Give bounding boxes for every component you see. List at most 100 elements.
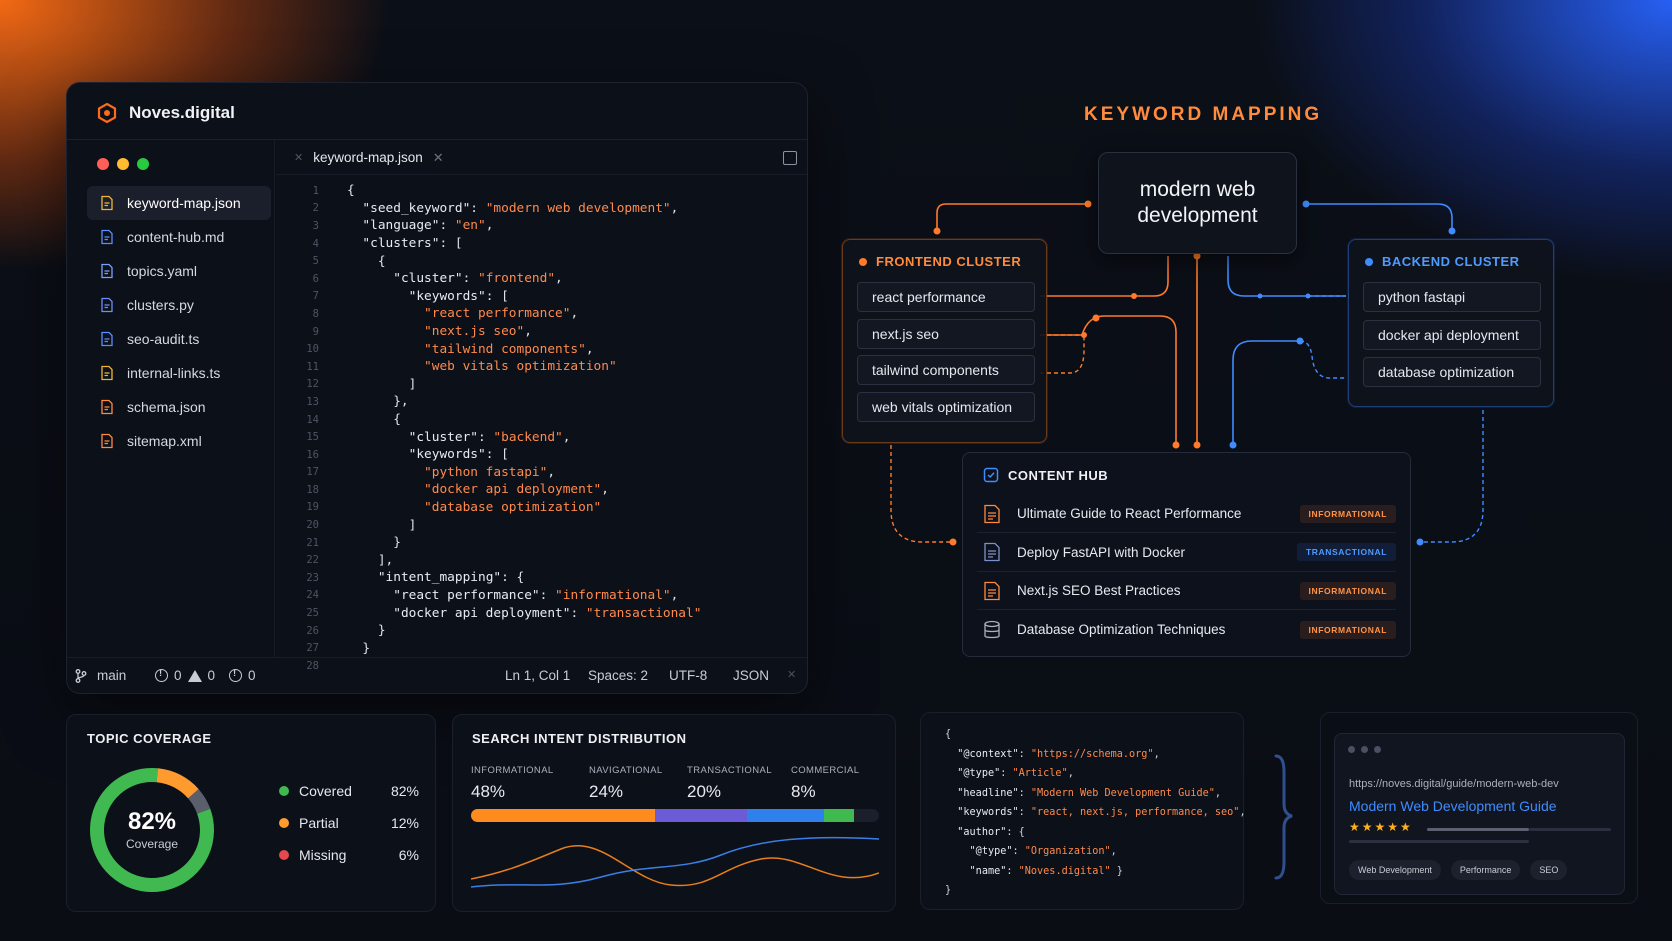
intent-label: INFORMATIONAL [471,765,554,776]
intent-badge: INFORMATIONAL [1299,581,1396,600]
keyword-chip[interactable]: react performance [857,282,1035,312]
content-hub-item[interactable]: Ultimate Guide to React Performance INFOR… [977,495,1396,533]
legend-value: 6% [398,847,419,863]
intent-bar-segment [471,809,656,822]
content-hub-header: CONTENT HUB [983,467,1108,483]
frontend-cluster-title: FRONTEND CLUSTER [876,254,1022,269]
legend-row: Covered 82% [279,775,419,807]
intent-badge: INFORMATIONAL [1299,504,1396,523]
keyword-chip[interactable]: next.js seo [857,318,1035,349]
schema-code: { "@context": "https://schema.org", "@ty… [945,725,1246,901]
backend-cluster-title: BACKEND CLUSTER [1382,254,1520,269]
legend-dot-icon [279,786,289,796]
search-intent-title: SEARCH INTENT DISTRIBUTION [472,731,687,746]
schema-line: "@type": "Organization", [969,846,1117,857]
snippet-line [1427,828,1529,831]
schema-line: "author": { [957,826,1025,838]
result-tag[interactable]: Web Development [1349,860,1441,880]
legend-value: 82% [390,783,419,799]
chart-document-icon [984,581,1000,600]
snippet-line [1349,840,1529,843]
result-tag[interactable]: Performance [1450,860,1521,880]
intent-badge: TRANSACTIONAL [1297,543,1396,561]
schema-line: "name": "Noves.digital" } [969,865,1123,877]
snippet-line [1529,828,1611,831]
content-hub-item[interactable]: Deploy FastAPI with Docker TRANSACTIONAL [977,534,1396,572]
legend-row: Partial 12% [279,807,419,839]
coverage-legend: Covered 82% Partial 12% Missing 6% [279,775,419,871]
keyword-chip[interactable]: docker api deployment [1363,319,1541,350]
coverage-label: Coverage [125,837,179,851]
schema-line: "keywords": "react, next.js, performance… [957,807,1246,818]
legend-row: Missing 6% [279,839,419,871]
intent-column: COMMERCIAL 8% [791,765,859,802]
content-hub-item[interactable]: Database Optimization Techniques INFORMAT… [977,611,1396,649]
intent-bar-segment [655,809,748,822]
topic-coverage-title: TOPIC COVERAGE [87,731,212,746]
intent-label: COMMERCIAL [791,765,860,776]
content-hub-item-title: Deploy FastAPI with Docker [1017,544,1186,560]
intent-columns: INFORMATIONAL 48% NAVIGATIONAL 24% TRANSACTI… [471,765,871,805]
intent-column: INFORMATIONAL 48% [471,765,554,802]
content-hub-item-title: Database Optimization Techniques [1017,622,1226,637]
intent-bar-segment [747,809,824,822]
keyword-chip[interactable]: python fastapi [1363,282,1541,312]
frontend-cluster-header: FRONTEND CLUSTER [859,254,1021,269]
search-result-preview: https://noves.digital/guide/modern-web-d… [1334,733,1625,895]
content-hub-title: CONTENT HUB [1008,467,1109,483]
backend-cluster[interactable]: BACKEND CLUSTER python fastapi docker api… [1348,239,1554,407]
intent-label: TRANSACTIONAL [687,765,772,776]
coverage-donut: 82% Coverage [87,765,217,895]
backend-cluster-header: BACKEND CLUSTER [1365,254,1520,269]
intent-trend-lines [471,836,879,888]
intent-column: NAVIGATIONAL 24% [589,765,663,802]
rating-stars: ★★★★★ [1349,820,1413,834]
preview-window-dots [1348,746,1381,753]
document-icon [984,542,1000,562]
legend-label: Partial [299,815,339,831]
seed-keyword-node[interactable]: modern web development [1098,152,1297,254]
keyword-chip[interactable]: tailwind components [857,355,1035,385]
content-hub: CONTENT HUB Ultimate Guide to React Perf… [962,452,1411,657]
frontend-cluster[interactable]: FRONTEND CLUSTER react performance next.j… [842,239,1047,443]
content-hub-item-title: Ultimate Guide to React Performance [1017,506,1242,521]
schema-line: "headline": "Modern Web Development Guid… [957,787,1222,799]
seed-line-1: modern web [1139,178,1256,201]
coverage-value: 82% [127,808,177,835]
legend-label: Covered [299,783,352,799]
result-url[interactable]: https://noves.digital/guide/modern-web-d… [1349,778,1559,790]
seed-line-2: development [1137,204,1258,227]
legend-label: Missing [299,847,347,863]
schema-markup-panel: { "@context": "https://schema.org", "@ty… [920,712,1246,910]
article-icon [984,504,1000,523]
schema-line: { [945,729,952,740]
intent-column: TRANSACTIONAL 20% [687,765,772,802]
legend-value: 12% [390,815,419,831]
result-tag[interactable]: SEO [1530,860,1568,880]
content-hub-item-title: Next.js SEO Best Practices [1017,583,1181,598]
legend-dot-icon [279,850,289,860]
intent-label: NAVIGATIONAL [589,765,663,776]
intent-bar-segment [823,809,855,822]
intent-percent: 48% [471,782,506,801]
schema-line: } [945,885,952,896]
intent-badge: INFORMATIONAL [1299,620,1396,639]
keyword-chip[interactable]: web vitals optimization [857,391,1035,422]
intent-percent: 24% [589,782,624,801]
keyword-chip[interactable]: database optimization [1363,357,1541,387]
backend-dot-icon [1365,257,1373,266]
topic-coverage-panel: TOPIC COVERAGE 82% Coverage Covered 82% Pa… [66,714,436,912]
schema-line: "@type": "Article", [957,768,1074,779]
hub-icon [983,467,999,483]
search-intent-panel: SEARCH INTENT DISTRIBUTION INFORMATIONAL… [452,714,896,912]
intent-percent: 8% [791,782,816,801]
database-icon [984,620,1000,638]
intent-percent: 20% [687,782,722,801]
schema-line: "@context": "https://schema.org", [957,748,1160,760]
content-hub-item[interactable]: Next.js SEO Best Practices INFORMATIONAL [977,572,1396,610]
intent-stacked-bar [471,809,879,822]
result-title[interactable]: Modern Web Development Guide [1349,798,1557,814]
brace-icon [1274,754,1293,880]
frontend-dot-icon [859,257,867,266]
result-tags: Web Development Performance SEO [1349,860,1568,880]
